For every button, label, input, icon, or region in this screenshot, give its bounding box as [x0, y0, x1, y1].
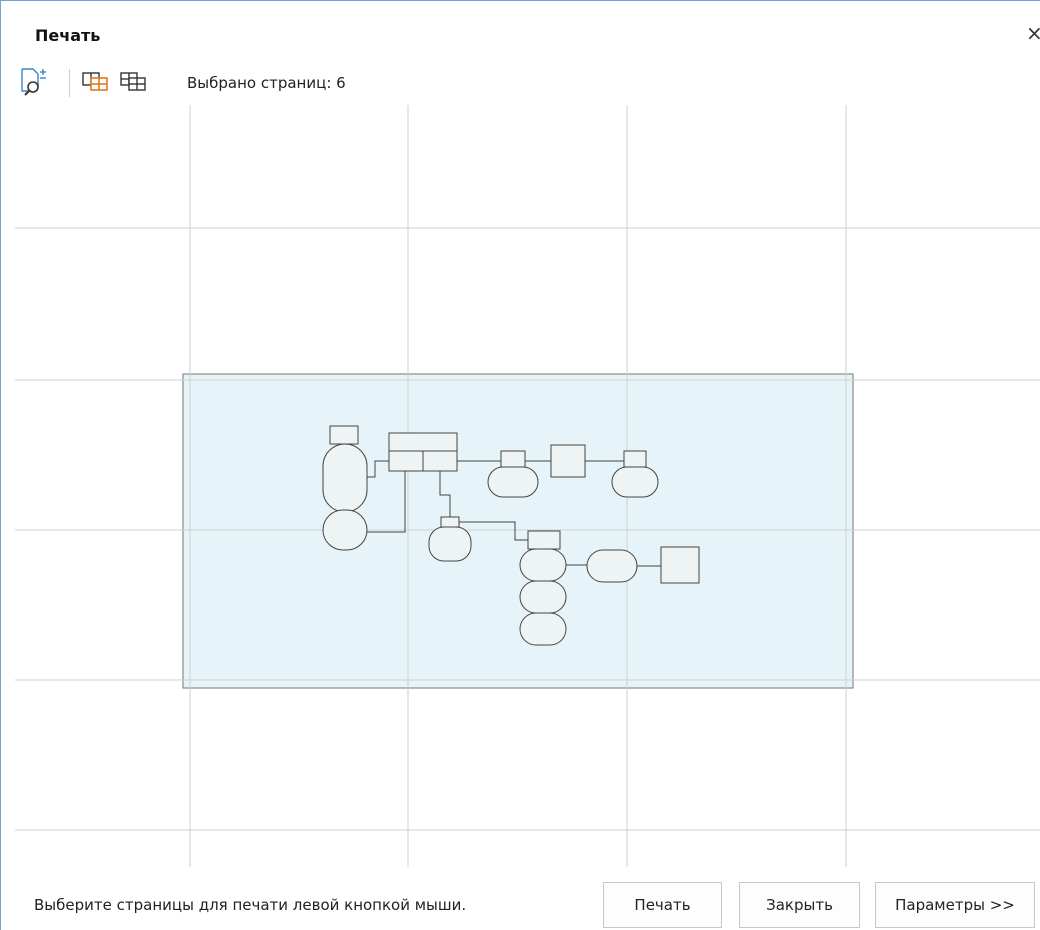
dialog-title: Печать: [35, 26, 101, 45]
select-pages-icon[interactable]: [81, 67, 111, 97]
status-hint: Выберите страницы для печати левой кнопк…: [34, 896, 467, 914]
selected-pages-count: Выбрано страниц: 6: [187, 74, 346, 92]
zoom-page-icon[interactable]: [19, 67, 49, 97]
print-button[interactable]: Печать: [603, 882, 722, 928]
print-dialog: Печать × Выбрано страниц: 6 Выберите стр…: [0, 0, 1040, 930]
toolbar-separator: [69, 69, 70, 97]
deselect-pages-icon[interactable]: [119, 67, 149, 97]
parameters-button[interactable]: Параметры >>: [875, 882, 1035, 928]
selected-area: [182, 373, 854, 689]
page-layout-canvas[interactable]: [15, 105, 1040, 867]
close-button[interactable]: Закрыть: [739, 882, 860, 928]
toolbar: Выбрано страниц: 6: [19, 67, 619, 99]
print-preview-area[interactable]: [15, 105, 1040, 867]
close-icon[interactable]: ×: [1026, 23, 1040, 43]
